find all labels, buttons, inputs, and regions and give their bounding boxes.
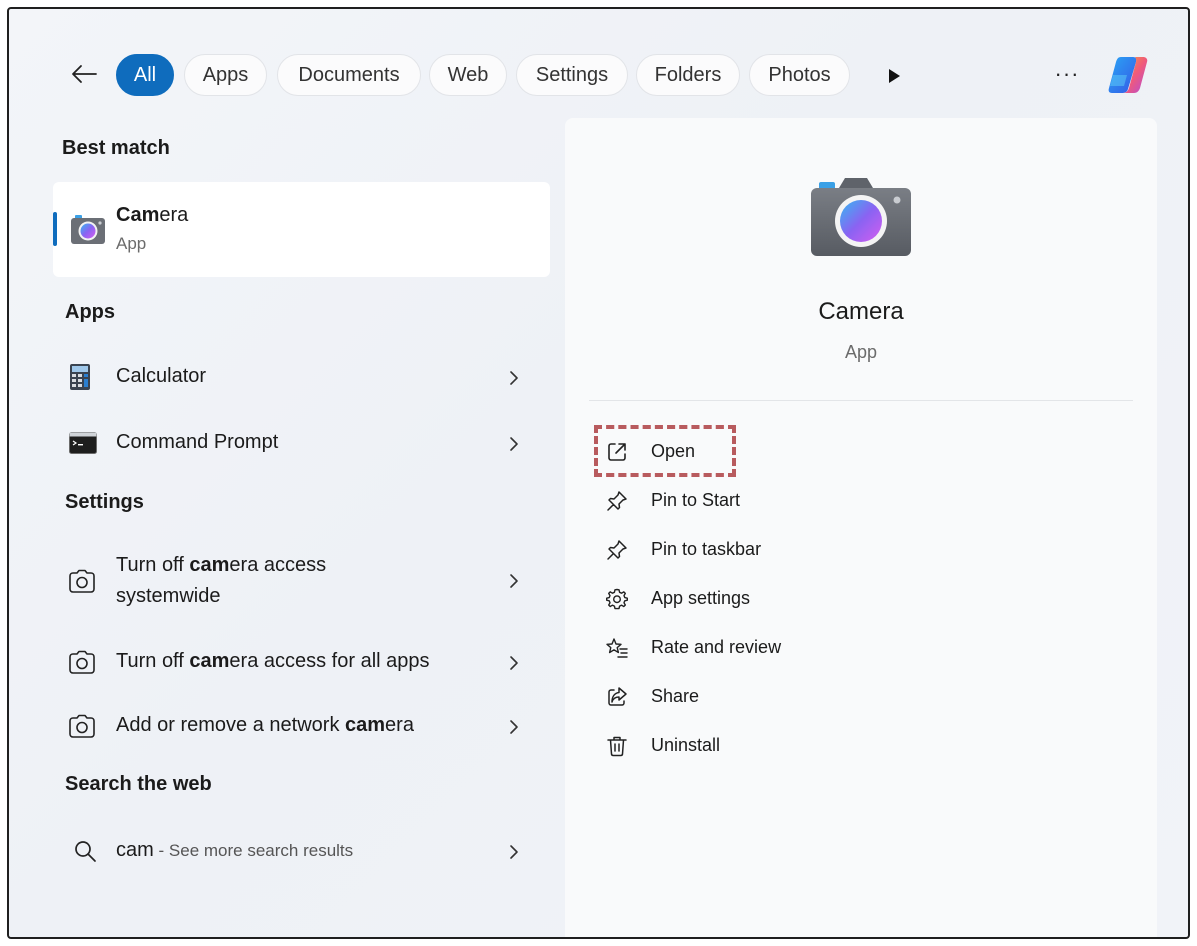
scroll-chips-button[interactable] xyxy=(879,61,909,91)
action-label: Pin to Start xyxy=(651,490,741,510)
star-list-icon xyxy=(606,638,628,658)
setting-item-label: Add or remove a network camera xyxy=(116,714,414,736)
gear-icon xyxy=(606,588,628,610)
action-uninstall[interactable]: Uninstall xyxy=(605,730,905,764)
action-app-settings[interactable]: App settings xyxy=(605,583,905,617)
chevron-right-icon xyxy=(510,845,518,859)
setting-item-label-line2: systemwide xyxy=(116,585,221,607)
best-match-heading: Best match xyxy=(62,137,170,159)
chevron-right-icon xyxy=(510,574,518,588)
chevron-right-icon xyxy=(510,656,518,670)
setting-item-camera-systemwide[interactable]: Turn off camera access systemwide xyxy=(53,549,550,613)
command-prompt-icon xyxy=(69,432,97,454)
best-match-item-camera[interactable]: Camera App xyxy=(53,182,550,277)
back-button[interactable] xyxy=(67,57,101,91)
copilot-icon xyxy=(1108,57,1148,93)
action-pin-to-start[interactable]: Pin to Start xyxy=(605,485,905,519)
camera-icon xyxy=(71,215,105,244)
arrow-left-icon xyxy=(72,65,97,83)
open-external-icon xyxy=(608,443,626,461)
action-open[interactable]: Open xyxy=(605,436,905,470)
app-item-label: Command Prompt xyxy=(116,431,279,453)
chip-photos[interactable]: Photos xyxy=(749,54,850,96)
action-label: Share xyxy=(651,686,700,706)
action-label: App settings xyxy=(651,588,751,608)
chip-folders[interactable]: Folders xyxy=(636,54,740,96)
camera-outline-icon xyxy=(69,569,95,593)
pin-icon xyxy=(607,540,627,560)
detail-divider xyxy=(589,400,1133,401)
action-label: Pin to taskbar xyxy=(651,539,762,559)
chip-apps[interactable]: Apps xyxy=(184,54,267,96)
setting-item-label: Turn off camera access for all apps xyxy=(116,650,430,672)
action-rate-and-review[interactable]: Rate and review xyxy=(605,632,905,666)
chevron-right-icon xyxy=(510,371,518,385)
best-match-type: App xyxy=(116,234,147,253)
calculator-icon xyxy=(70,364,90,390)
action-pin-to-taskbar[interactable]: Pin to taskbar xyxy=(605,534,905,568)
chip-documents[interactable]: Documents xyxy=(277,54,421,96)
pin-icon xyxy=(607,491,627,511)
filter-bar: All Apps Documents Web Settings Folders … xyxy=(9,49,1188,99)
chevron-right-icon xyxy=(510,720,518,734)
more-options-button[interactable]: ··· xyxy=(1049,59,1085,89)
chip-all[interactable]: All xyxy=(116,54,174,96)
chip-settings[interactable]: Settings xyxy=(516,54,628,96)
detail-subtitle: App xyxy=(844,342,878,362)
chevron-right-icon xyxy=(510,437,518,451)
play-icon xyxy=(889,69,900,83)
app-item-calculator[interactable]: Calculator xyxy=(53,359,550,399)
web-search-label: cam - See more search results xyxy=(116,839,354,861)
camera-app-icon xyxy=(811,178,911,256)
apps-heading: Apps xyxy=(65,301,115,323)
search-web-heading: Search the web xyxy=(65,773,212,795)
app-item-command-prompt[interactable]: Command Prompt xyxy=(53,423,550,463)
search-window: All Apps Documents Web Settings Folders … xyxy=(7,7,1190,939)
app-item-label: Calculator xyxy=(116,365,207,387)
camera-outline-icon xyxy=(69,650,95,674)
best-match-name: Camera xyxy=(116,204,189,226)
trash-icon xyxy=(607,736,627,757)
camera-outline-icon xyxy=(69,714,95,738)
web-search-item[interactable]: cam - See more search results xyxy=(53,831,550,871)
setting-item-label: Turn off camera access xyxy=(116,554,327,576)
setting-item-camera-all-apps[interactable]: Turn off camera access for all apps xyxy=(53,642,550,682)
copilot-button[interactable] xyxy=(1103,53,1153,97)
detail-title: Camera xyxy=(818,298,904,325)
selection-indicator xyxy=(53,212,57,246)
action-share[interactable]: Share xyxy=(605,681,905,715)
share-icon xyxy=(608,687,627,706)
action-label: Uninstall xyxy=(651,735,721,755)
detail-panel: Camera App Open Pin to Start Pin to task… xyxy=(565,118,1157,937)
setting-item-network-camera[interactable]: Add or remove a network camera xyxy=(53,706,550,746)
chip-web[interactable]: Web xyxy=(429,54,507,96)
action-label: Open xyxy=(651,441,696,461)
settings-heading: Settings xyxy=(65,491,144,513)
action-label: Rate and review xyxy=(651,637,782,657)
search-icon xyxy=(75,841,96,862)
